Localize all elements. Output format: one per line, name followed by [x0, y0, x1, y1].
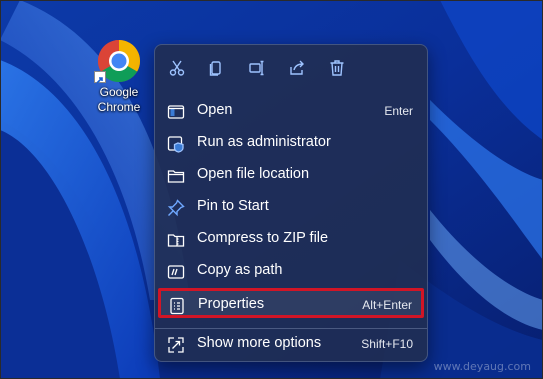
folder-icon [167, 170, 185, 183]
menu-item-accelerator: Shift+F10 [361, 337, 413, 351]
watermark: www.deyaug.com [433, 360, 531, 373]
chrome-label: Google Chrome [97, 85, 141, 114]
open-icon [167, 105, 185, 119]
menu-item-accelerator: Enter [384, 104, 413, 118]
shield-icon [167, 136, 184, 153]
cut-icon [169, 60, 185, 76]
shortcut-arrow-icon [94, 71, 106, 84]
context-menu: Open Enter Run as administrator Open fil… [154, 44, 428, 362]
menu-item-label: Properties [198, 296, 265, 312]
pin-icon [167, 199, 185, 217]
menu-item-run-as-administrator[interactable]: Run as administrator [159, 127, 423, 159]
context-menu-toolbar [155, 45, 427, 91]
rename-button[interactable] [244, 55, 270, 81]
rename-icon [249, 60, 264, 76]
properties-icon [170, 297, 184, 315]
menu-item-label: Show more options [197, 335, 322, 351]
zip-folder-icon [167, 234, 185, 247]
delete-button[interactable] [324, 55, 350, 81]
menu-item-label: Compress to ZIP file [197, 230, 329, 246]
menu-item-open-file-location[interactable]: Open file location [159, 159, 423, 191]
menu-item-properties[interactable]: Properties Alt+Enter [158, 288, 424, 318]
menu-item-label: Run as administrator [197, 134, 331, 150]
copy-button[interactable] [203, 55, 229, 81]
menu-item-label: Open file location [197, 166, 310, 182]
delete-icon [330, 60, 344, 76]
menu-item-copy-as-path[interactable]: Copy as path [159, 255, 423, 287]
menu-item-label: Pin to Start [197, 198, 269, 214]
menu-item-label: Open [197, 102, 233, 118]
menu-item-pin-to-start[interactable]: Pin to Start [159, 191, 423, 223]
copy-path-icon [167, 265, 185, 279]
share-icon [290, 60, 304, 75]
menu-item-accelerator: Alt+Enter [362, 298, 412, 312]
cut-button[interactable] [164, 55, 190, 81]
share-button[interactable] [284, 55, 310, 81]
menu-item-open[interactable]: Open Enter [159, 95, 423, 127]
more-options-icon [168, 337, 184, 353]
menu-item-compress-to-zip[interactable]: Compress to ZIP file [159, 223, 423, 255]
menu-item-label: Copy as path [197, 262, 283, 278]
copy-icon [209, 61, 221, 76]
menu-item-show-more-options[interactable]: Show more options Shift+F10 [159, 328, 423, 360]
